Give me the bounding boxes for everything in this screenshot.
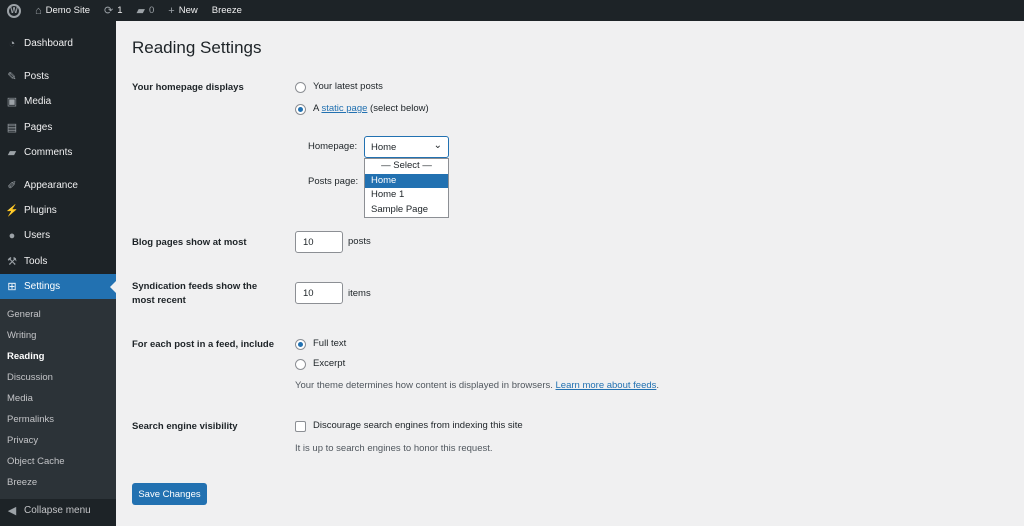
comments-link[interactable]: ▰ 0 <box>130 0 162 21</box>
updates-link[interactable]: ⟳ 1 <box>97 0 130 21</box>
dropdown-option[interactable]: Home 1 <box>365 188 448 203</box>
sidebar-item-appearance[interactable]: ✐ Appearance <box>0 173 116 198</box>
static-page-label: A static page (select below) <box>313 103 429 114</box>
text: Your theme determines how content is dis… <box>295 380 556 391</box>
label: Collapse menu <box>24 505 91 516</box>
site-name: Demo Site <box>45 5 91 16</box>
selected-value: Home <box>371 142 397 153</box>
home-icon: ⌂ <box>35 4 42 17</box>
dropdown-option[interactable]: — Select — <box>365 159 448 174</box>
wp-logo-button[interactable]: W <box>0 0 28 21</box>
breeze-label: Breeze <box>211 5 242 16</box>
discourage-search-label: Discourage search engines from indexing … <box>313 420 523 431</box>
settings-submenu: General Writing Reading Discussion Media… <box>0 299 116 499</box>
submenu-privacy[interactable]: Privacy <box>7 435 38 446</box>
label: Appearance <box>24 180 78 191</box>
submenu-writing[interactable]: Writing <box>7 330 36 341</box>
submenu-general[interactable]: General <box>7 309 41 320</box>
homepage-dropdown-list: — Select — Home Home 1 Sample Page <box>364 158 449 218</box>
dropdown-option[interactable]: Sample Page <box>365 203 448 218</box>
full-text-label: Full text <box>313 338 347 349</box>
submenu-reading[interactable]: Reading <box>7 351 44 362</box>
feed-include-label: For each post in a feed, include <box>132 339 274 350</box>
sidebar-item-comments[interactable]: ▰ Comments <box>0 140 116 165</box>
user-icon: ● <box>8 229 16 242</box>
text: (select below) <box>367 103 429 114</box>
latest-posts-radio[interactable] <box>295 82 306 93</box>
search-visibility-label: Search engine visibility <box>132 421 238 432</box>
blog-pages-label: Blog pages show at most <box>132 237 247 248</box>
dropdown-option[interactable]: Home <box>365 173 448 189</box>
feed-items-input[interactable]: 10 <box>295 282 343 304</box>
submenu-object-cache[interactable]: Object Cache <box>7 456 65 467</box>
posts-page-label: Posts page: <box>308 176 359 187</box>
pages-icon: ▤ <box>6 122 18 134</box>
sidebar-item-pages[interactable]: ▤ Pages <box>0 115 116 140</box>
learn-more-feeds-link[interactable]: Learn more about feeds <box>556 380 657 391</box>
homepage-select-label: Homepage: <box>308 141 358 152</box>
collapse-menu-button[interactable]: ◀ Collapse menu <box>0 498 116 523</box>
comments-count: 0 <box>149 5 155 16</box>
submenu-media[interactable]: Media <box>7 393 33 404</box>
search-description: It is up to search engines to honor this… <box>295 443 493 454</box>
label: Media <box>24 96 52 107</box>
feed-description: Your theme determines how content is dis… <box>295 380 659 391</box>
plus-icon: + <box>168 4 175 17</box>
homepage-select[interactable]: Home ⌄ <box>364 136 449 158</box>
label: Dashboard <box>24 38 73 49</box>
syndication-label: Syndication feeds show the most recent <box>132 281 258 306</box>
admin-sidebar: ◔ Dashboard ✎ Posts ▣ Media ▤ Pages ▰ Comment… <box>0 21 116 526</box>
comment-icon: ▰ <box>136 5 145 17</box>
site-name-link[interactable]: ⌂ Demo Site <box>28 0 97 21</box>
label: Tools <box>24 256 48 267</box>
text: . <box>656 380 660 391</box>
submenu-permalinks[interactable]: Permalinks <box>7 414 54 425</box>
settings-icon: ⊞ <box>7 281 17 293</box>
media-icon: ▣ <box>6 96 18 108</box>
sidebar-item-settings[interactable]: ⊞ Settings <box>0 274 116 299</box>
new-label: New <box>178 5 198 16</box>
updates-count: 1 <box>117 5 123 16</box>
comment-icon: ▰ <box>7 147 17 159</box>
plugin-icon: ⚡ <box>5 205 19 217</box>
label: Pages <box>24 122 53 133</box>
new-content-link[interactable]: + New <box>161 0 204 21</box>
sidebar-item-users[interactable]: ● Users <box>0 223 116 248</box>
static-page-radio[interactable] <box>295 104 306 115</box>
label: Comments <box>24 147 73 158</box>
label: Users <box>24 230 51 241</box>
latest-posts-label: Your latest posts <box>313 81 383 92</box>
dashboard-icon: ◔ <box>8 37 16 50</box>
admin-bar: W ⌂ Demo Site ⟳ 1 ▰ 0 + New Breeze <box>0 0 1024 21</box>
wordpress-icon: W <box>7 3 21 18</box>
label: Settings <box>24 281 61 292</box>
discourage-search-checkbox[interactable] <box>295 421 306 432</box>
sidebar-item-posts[interactable]: ✎ Posts <box>0 64 116 89</box>
submenu-breeze[interactable]: Breeze <box>7 477 37 488</box>
homepage-displays-label: Your homepage displays <box>132 82 244 93</box>
posts-per-page-input[interactable]: 10 <box>295 231 343 253</box>
sidebar-item-media[interactable]: ▣ Media <box>0 89 116 114</box>
excerpt-radio[interactable] <box>295 359 306 370</box>
label: Plugins <box>24 205 57 216</box>
save-changes-button[interactable]: Save Changes <box>132 483 207 505</box>
sidebar-item-plugins[interactable]: ⚡ Plugins <box>0 198 116 223</box>
full-text-radio[interactable] <box>295 339 306 350</box>
breeze-link[interactable]: Breeze <box>205 0 249 21</box>
submenu-discussion[interactable]: Discussion <box>7 372 53 383</box>
posts-unit: posts <box>348 236 371 247</box>
brush-icon: ✐ <box>7 180 17 192</box>
page-title: Reading Settings <box>132 38 262 57</box>
label: Posts <box>24 71 50 82</box>
collapse-icon: ◀ <box>7 505 17 517</box>
sidebar-item-dashboard[interactable]: ◔ Dashboard <box>0 31 116 56</box>
items-unit: items <box>348 288 371 299</box>
wrench-icon: ⚒ <box>7 256 17 268</box>
static-page-link[interactable]: static page <box>321 103 367 114</box>
chevron-down-icon: ⌄ <box>433 140 442 151</box>
pin-icon: ✎ <box>7 71 17 83</box>
updates-icon: ⟳ <box>104 5 114 17</box>
sidebar-item-tools[interactable]: ⚒ Tools <box>0 249 116 274</box>
excerpt-label: Excerpt <box>313 358 346 369</box>
